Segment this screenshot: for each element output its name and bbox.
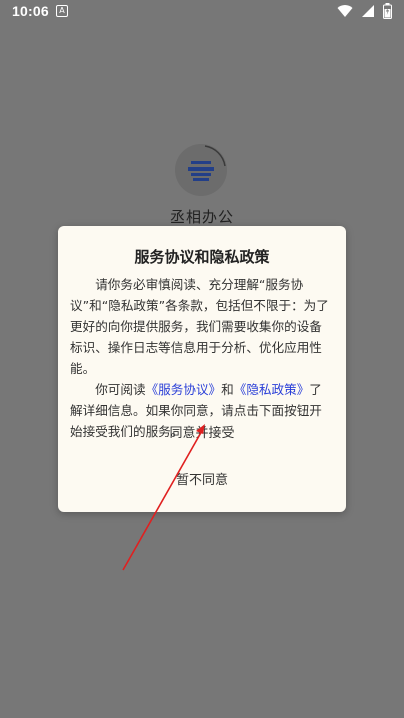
a-notification-icon: A — [56, 5, 68, 17]
privacy-policy-link[interactable]: 《隐私政策》 — [234, 382, 310, 397]
status-time: 10:06 — [12, 3, 49, 19]
dialog-paragraph-1: 请你务必审慎阅读、充分理解“服务协议”和“隐私政策”各条款，包括但不限于：为了更… — [70, 277, 329, 376]
paragraph-2-and: 和 — [221, 382, 234, 397]
privacy-dialog: 服务协议和隐私政策 请你务必审慎阅读、充分理解“服务协议”和“隐私政策”各条款，… — [58, 226, 346, 512]
status-icons — [337, 3, 392, 19]
accept-button[interactable]: 同意并接受 — [58, 419, 346, 449]
wifi-icon — [337, 4, 353, 18]
signal-icon — [361, 4, 375, 18]
status-bar: 10:06 A — [0, 0, 404, 24]
dialog-body: 请你务必审慎阅读、充分理解“服务协议”和“隐私政策”各条款，包括但不限于：为了更… — [70, 274, 332, 442]
dialog-title: 服务协议和隐私政策 — [134, 248, 270, 266]
paragraph-2-prefix: 你可阅读 — [95, 382, 146, 397]
app-logo — [175, 144, 227, 196]
decline-button[interactable]: 暂不同意 — [58, 466, 346, 496]
app-name: 丞相办公 — [169, 208, 234, 226]
battery-icon — [383, 3, 392, 19]
service-agreement-link[interactable]: 《服务协议》 — [146, 382, 222, 397]
